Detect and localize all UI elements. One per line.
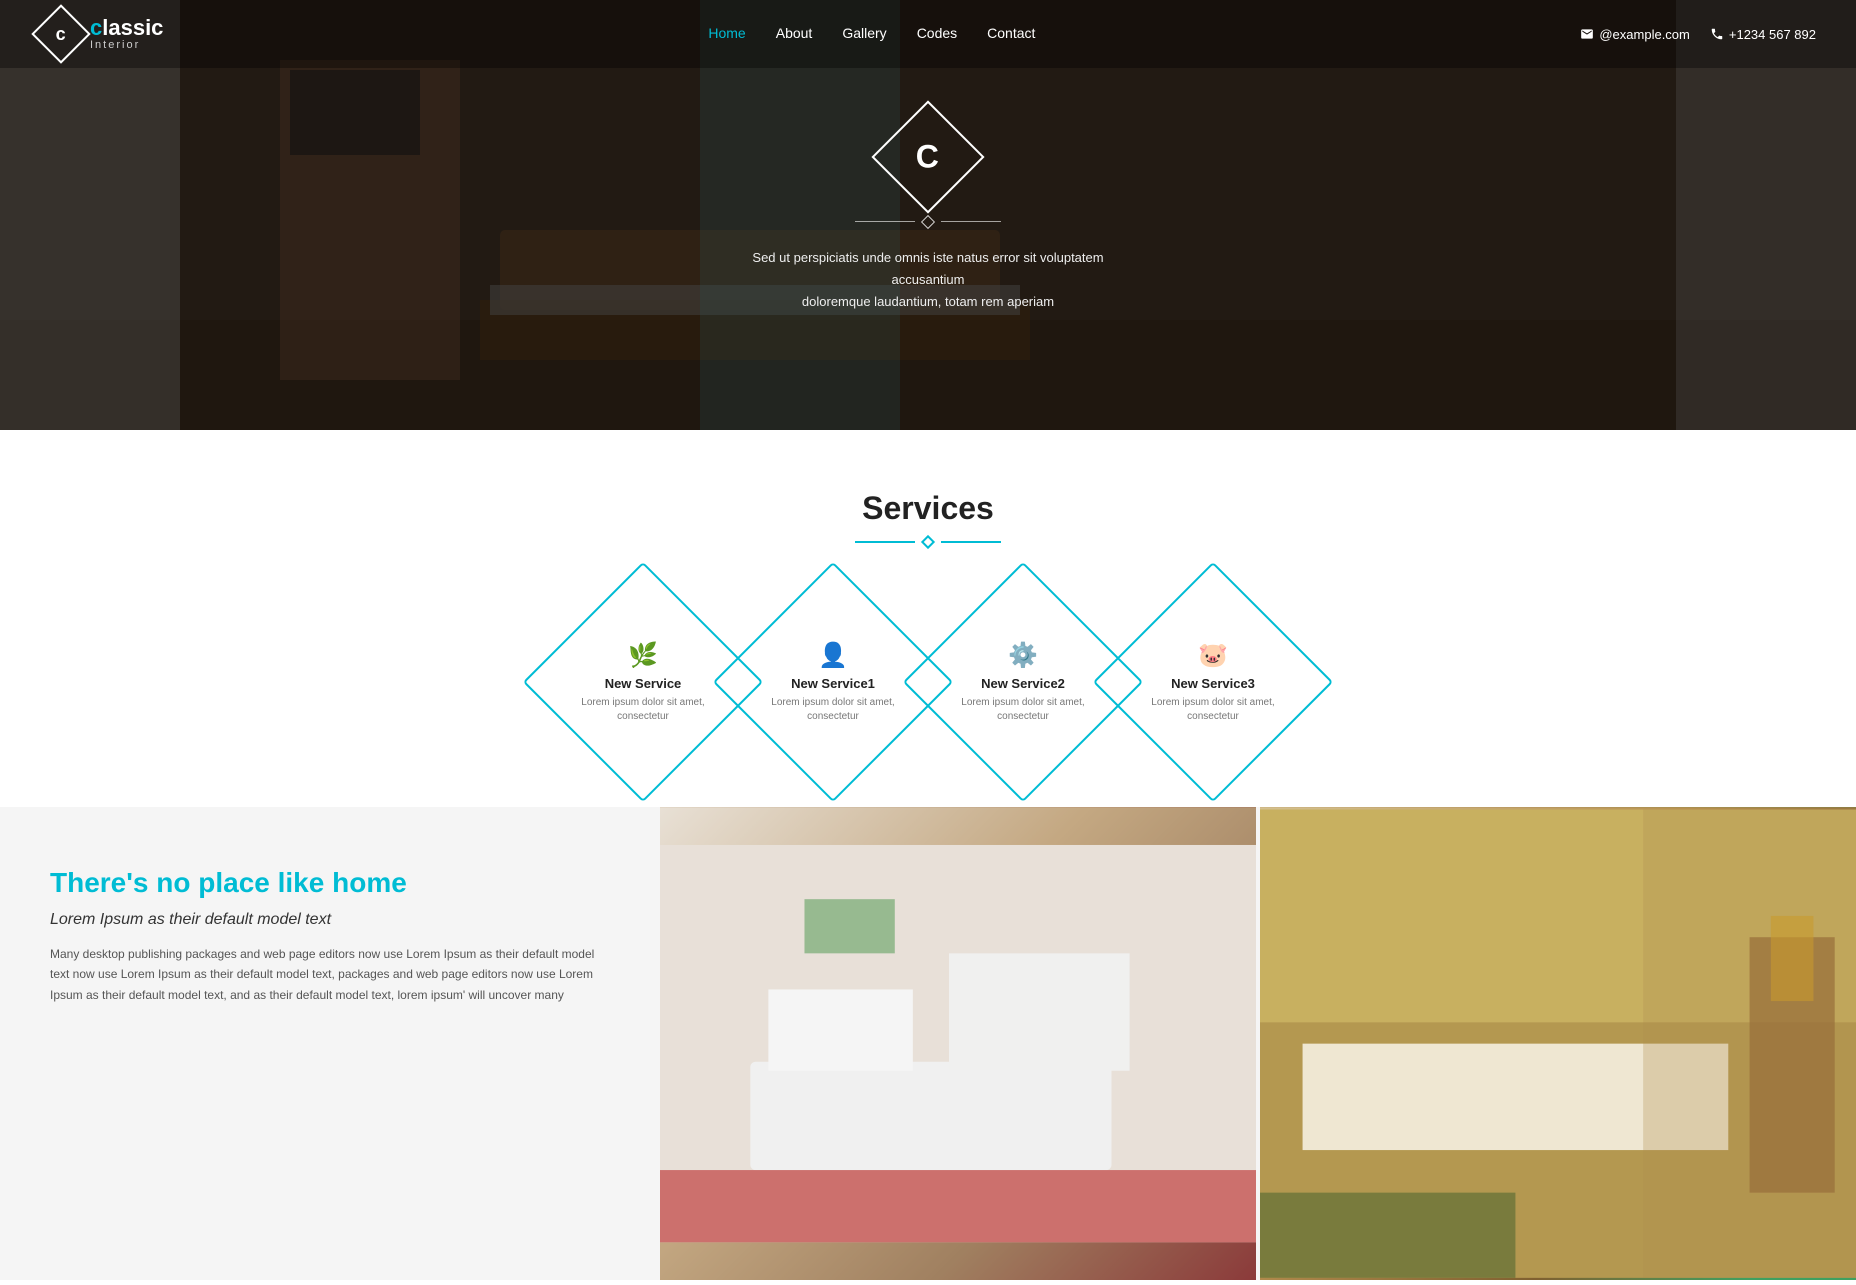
hero-divider: [728, 217, 1128, 227]
about-body: Many desktop publishing packages and web…: [50, 944, 610, 1005]
logo-brand: classic: [90, 17, 163, 39]
about-title: There's no place like home: [50, 867, 610, 899]
about-text-column: There's no place like home Lorem Ipsum a…: [0, 807, 660, 1280]
hero-divider-line-right: [941, 221, 1001, 222]
nav-link-contact[interactable]: Contact: [987, 25, 1035, 41]
about-images: [660, 807, 1856, 1280]
about-image-bathroom: [660, 807, 1256, 1280]
services-divider-line-left: [855, 541, 915, 543]
about-image-bedroom: [1260, 807, 1856, 1280]
nav-link-home[interactable]: Home: [708, 25, 745, 41]
nav-email: @example.com: [1580, 27, 1690, 42]
service-desc-3: Lorem ipsum dolor sit amet, consectetur: [1138, 696, 1288, 724]
service-card-0[interactable]: 🌿 New Service Lorem ipsum dolor sit amet…: [558, 597, 728, 767]
about-section: There's no place like home Lorem Ipsum a…: [0, 807, 1856, 1280]
nav-item-codes[interactable]: Codes: [917, 25, 957, 43]
services-grid: 🌿 New Service Lorem ipsum dolor sit amet…: [40, 597, 1816, 767]
service-content-1: 👤 New Service1 Lorem ipsum dolor sit ame…: [748, 597, 918, 767]
nav-item-gallery[interactable]: Gallery: [842, 25, 886, 43]
about-subtitle: Lorem Ipsum as their default model text: [50, 911, 610, 929]
nav-link-about[interactable]: About: [776, 25, 813, 41]
logo-diamond: c: [31, 4, 90, 63]
services-divider-diamond: [921, 535, 935, 549]
nav-item-home[interactable]: Home: [708, 25, 745, 43]
hero-text: Sed ut perspiciatis unde omnis iste natu…: [728, 247, 1128, 313]
service-content-0: 🌿 New Service Lorem ipsum dolor sit amet…: [558, 597, 728, 767]
service-desc-0: Lorem ipsum dolor sit amet, consectetur: [568, 696, 718, 724]
service-name-1: New Service1: [791, 676, 875, 691]
nav-item-about[interactable]: About: [776, 25, 813, 43]
service-icon-3: 🐷: [1198, 641, 1228, 670]
nav-contact: @example.com +1234 567 892: [1580, 27, 1816, 42]
logo-sub: Interior: [90, 39, 163, 51]
service-content-3: 🐷 New Service3 Lorem ipsum dolor sit ame…: [1128, 597, 1298, 767]
service-name-2: New Service2: [981, 676, 1065, 691]
nav-phone: +1234 567 892: [1710, 27, 1816, 42]
service-icon-1: 👤: [818, 641, 848, 670]
nav-links: Home About Gallery Codes Contact: [708, 25, 1035, 43]
service-desc-1: Lorem ipsum dolor sit amet, consectetur: [758, 696, 908, 724]
services-divider: [40, 537, 1816, 547]
services-section: Services 🌿 New Service Lorem ipsum dolor…: [0, 430, 1856, 807]
service-content-2: ⚙️ New Service2 Lorem ipsum dolor sit am…: [938, 597, 1108, 767]
logo[interactable]: c classic Interior: [40, 13, 163, 55]
service-card-2[interactable]: ⚙️ New Service2 Lorem ipsum dolor sit am…: [938, 597, 1108, 767]
services-divider-line-right: [941, 541, 1001, 543]
service-icon-2: ⚙️: [1008, 641, 1038, 670]
hero-logo-letter: C: [916, 138, 939, 175]
service-desc-2: Lorem ipsum dolor sit amet, consectetur: [948, 696, 1098, 724]
service-card-1[interactable]: 👤 New Service1 Lorem ipsum dolor sit ame…: [748, 597, 918, 767]
service-icon-0: 🌿: [628, 641, 658, 670]
service-name-0: New Service: [605, 676, 682, 691]
nav-item-contact[interactable]: Contact: [987, 25, 1035, 43]
logo-letter: c: [56, 23, 66, 44]
hero-divider-diamond: [921, 215, 935, 229]
nav-link-codes[interactable]: Codes: [917, 25, 957, 41]
service-card-3[interactable]: 🐷 New Service3 Lorem ipsum dolor sit ame…: [1128, 597, 1298, 767]
service-name-3: New Service3: [1171, 676, 1255, 691]
services-title: Services: [40, 490, 1816, 527]
hero-divider-line-left: [855, 221, 915, 222]
hero-logo-diamond: C: [871, 100, 984, 213]
navbar: c classic Interior Home About Gallery Co…: [0, 0, 1856, 68]
nav-link-gallery[interactable]: Gallery: [842, 25, 886, 41]
hero-content: C Sed ut perspiciatis unde omnis iste na…: [728, 117, 1128, 313]
